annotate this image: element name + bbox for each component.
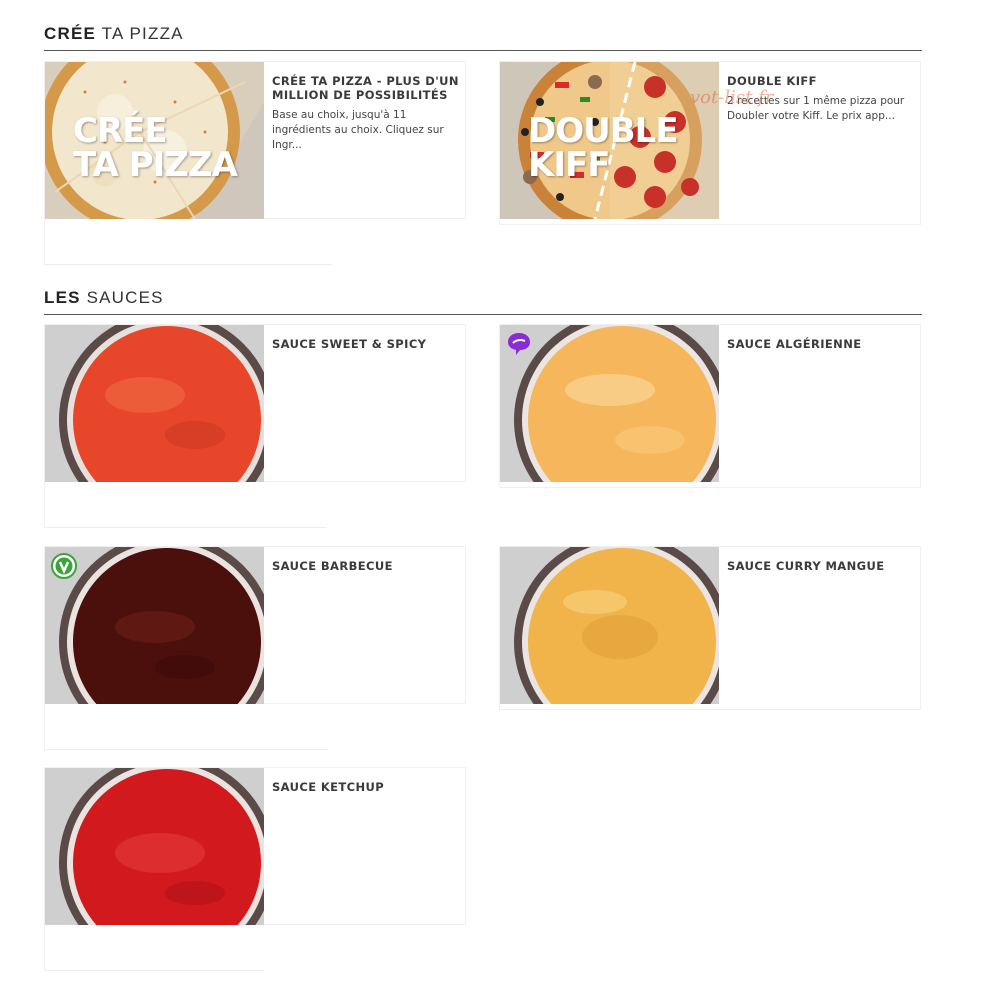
card-footer: [44, 219, 332, 265]
product-image[interactable]: [45, 768, 264, 925]
image-overlay-text: CRÉE TA PIZZA: [73, 111, 238, 185]
spicy-chat-icon: [508, 333, 530, 355]
card-footer: [44, 704, 327, 750]
section-title: CRÉE TA PIZZA: [44, 24, 922, 51]
section-les-sauces: LES SAUCES: [44, 288, 922, 315]
image-overlay-text: DOUBLE KIFF: [528, 111, 679, 185]
product-description: Base au choix, jusqu'à 11 ingrédients au…: [272, 109, 444, 151]
product-card-sauce-algerienne[interactable]: SAUCE ALGÉRIENNE: [499, 324, 921, 488]
product-card-sauce-curry-mangue[interactable]: SAUCE CURRY MANGUE: [499, 546, 921, 710]
product-card-sauce-ketchup[interactable]: SAUCE KETCHUP: [44, 767, 466, 971]
product-image[interactable]: [500, 325, 719, 482]
product-image[interactable]: [45, 325, 264, 482]
product-title[interactable]: CRÉE TA PIZZA - PLUS D'UN MILLION DE POS…: [272, 74, 462, 102]
product-image[interactable]: DOUBLE KIFF: [500, 62, 719, 219]
product-image[interactable]: [500, 547, 719, 704]
product-image[interactable]: [45, 547, 264, 704]
product-title[interactable]: DOUBLE KIFF: [727, 74, 917, 88]
watermark: vot-list.fr: [690, 87, 774, 108]
product-card-cree-ta-pizza[interactable]: CRÉE TA PIZZA CRÉE TA PIZZA - PLUS D'UN …: [44, 61, 466, 265]
product-card-sauce-sweet-spicy[interactable]: SAUCE SWEET & SPICY: [44, 324, 466, 528]
product-title[interactable]: SAUCE BARBECUE: [272, 559, 462, 573]
vegan-v-icon: [51, 553, 77, 579]
product-title[interactable]: SAUCE ALGÉRIENNE: [727, 337, 917, 351]
section-title: LES SAUCES: [44, 288, 922, 315]
product-title[interactable]: SAUCE CURRY MANGUE: [727, 559, 917, 573]
product-title[interactable]: SAUCE KETCHUP: [272, 780, 462, 794]
product-card-sauce-barbecue[interactable]: SAUCE BARBECUE: [44, 546, 466, 750]
product-title[interactable]: SAUCE SWEET & SPICY: [272, 337, 462, 351]
section-cree-ta-pizza: CRÉE TA PIZZA: [44, 24, 922, 51]
product-image[interactable]: CRÉE TA PIZZA: [45, 62, 264, 219]
card-footer: [44, 482, 327, 528]
card-footer: [44, 925, 263, 971]
product-card-double-kiff[interactable]: DOUBLE KIFF DOUBLE KIFF 2 recettes sur 1…: [499, 61, 921, 225]
